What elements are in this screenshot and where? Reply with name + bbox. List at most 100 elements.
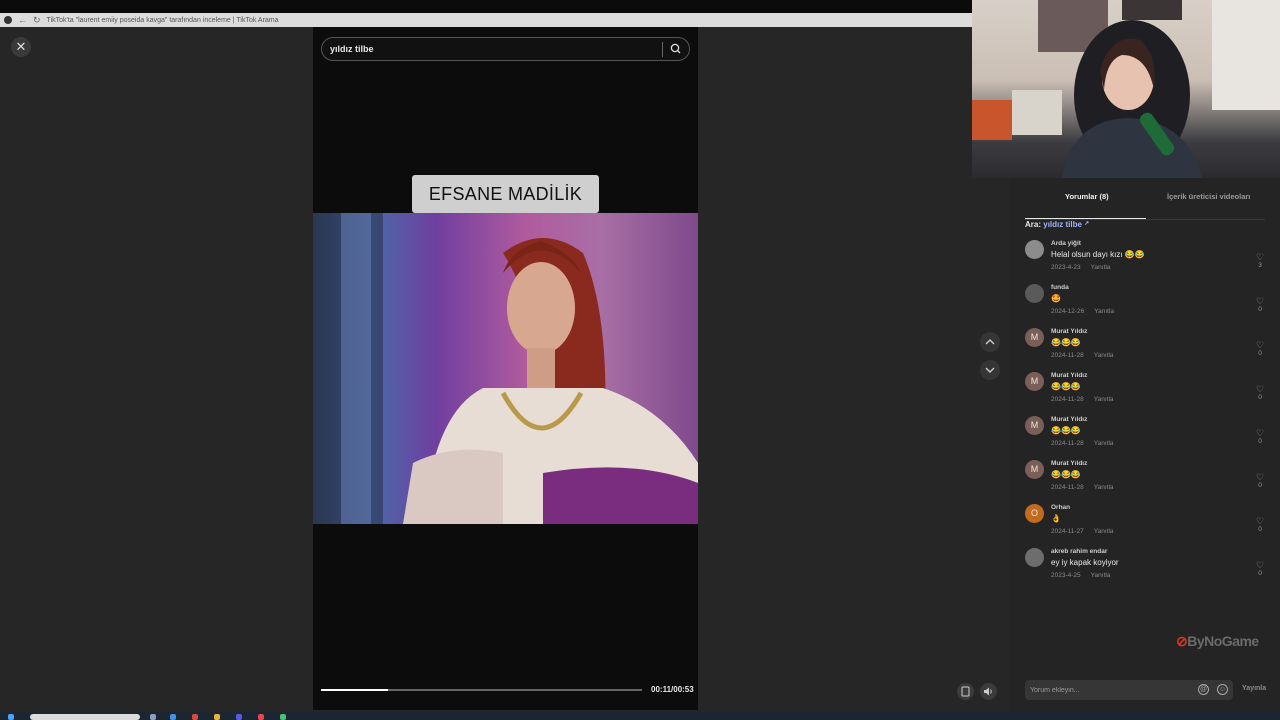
- like-control[interactable]: ♡ 0: [1255, 560, 1265, 577]
- heart-icon[interactable]: ♡: [1255, 384, 1265, 394]
- back-icon[interactable]: ←: [18, 15, 27, 25]
- like-count: 0: [1258, 438, 1262, 445]
- webcam-image: [972, 0, 1280, 178]
- reply-button[interactable]: Yanıtla: [1094, 396, 1114, 403]
- taskbar-app-icon[interactable]: [280, 714, 286, 720]
- post-button[interactable]: Yayınla: [1242, 685, 1266, 692]
- close-button[interactable]: ✕: [11, 37, 31, 57]
- related-search-label: Ara:: [1025, 220, 1042, 229]
- heart-icon[interactable]: ♡: [1255, 428, 1265, 438]
- comment-username[interactable]: Arda yiğit: [1051, 240, 1081, 247]
- taskbar-app-icon[interactable]: [170, 714, 176, 720]
- reply-button[interactable]: Yanıtla: [1094, 440, 1114, 447]
- progress-bar[interactable]: [321, 689, 642, 691]
- reply-button[interactable]: Yanıtla: [1091, 264, 1111, 271]
- comment-date: 2024-11-27: [1051, 528, 1084, 535]
- reload-icon[interactable]: ↻: [33, 15, 41, 25]
- related-search-link[interactable]: Ara: yıldız tilbe ↗: [1025, 220, 1089, 229]
- comment-username[interactable]: Murat Yıldız: [1051, 372, 1087, 379]
- like-count: 0: [1258, 526, 1262, 533]
- avatar[interactable]: [1025, 548, 1044, 567]
- comment-username[interactable]: funda: [1051, 284, 1069, 291]
- like-control[interactable]: ♡ 0: [1255, 296, 1265, 313]
- comment-username[interactable]: Orhan: [1051, 504, 1070, 511]
- chevron-down-icon: [985, 367, 995, 373]
- emoji-icon[interactable]: ☺: [1217, 684, 1228, 695]
- like-count: 0: [1258, 570, 1262, 577]
- miniplayer-icon: [961, 686, 970, 697]
- comment-meta: 2024-11-28 Yanıtla: [1051, 352, 1114, 359]
- reply-button[interactable]: Yanıtla: [1094, 528, 1114, 535]
- comment-composer[interactable]: @ ☺: [1025, 680, 1233, 700]
- avatar[interactable]: M: [1025, 372, 1044, 391]
- brand-logo-icon: ⊘: [1176, 633, 1188, 649]
- avatar[interactable]: [1025, 240, 1044, 259]
- taskbar-app-icon[interactable]: [214, 714, 220, 720]
- comment-item: funda 🤩 2024-12-26 Yanıtla ♡ 0: [1025, 284, 1265, 328]
- heart-icon[interactable]: ♡: [1255, 560, 1265, 570]
- reply-button[interactable]: Yanıtla: [1094, 352, 1114, 359]
- start-icon[interactable]: [8, 714, 14, 720]
- comment-date: 2023-4-23: [1051, 264, 1081, 271]
- heart-icon[interactable]: ♡: [1255, 340, 1265, 350]
- like-control[interactable]: ♡ 0: [1255, 340, 1265, 357]
- browser-icon: [4, 16, 12, 24]
- taskbar-app-icon[interactable]: [258, 714, 264, 720]
- comment-text: 👌: [1051, 514, 1061, 523]
- comment-item: Arda yiğit Helal olsun dayı kızı 😂😂 2023-4…: [1025, 240, 1265, 284]
- avatar[interactable]: M: [1025, 460, 1044, 479]
- related-search-query[interactable]: yıldız tilbe: [1043, 220, 1082, 229]
- reply-button[interactable]: Yanıtla: [1094, 484, 1114, 491]
- tab-creator-videos[interactable]: İçerik üreticisi videoları: [1167, 192, 1250, 201]
- search-input[interactable]: yıldız tilbe: [330, 44, 374, 54]
- mention-icon[interactable]: @: [1198, 684, 1209, 695]
- avatar[interactable]: M: [1025, 328, 1044, 347]
- video-caption: EFSANE MADİLİK: [412, 175, 599, 213]
- like-control[interactable]: ♡ 0: [1255, 428, 1265, 445]
- reply-button[interactable]: Yanıtla: [1091, 572, 1111, 579]
- like-control[interactable]: ♡ 0: [1255, 384, 1265, 401]
- comment-username[interactable]: Murat Yıldız: [1051, 416, 1087, 423]
- comment-text: 😂😂😂: [1051, 338, 1081, 347]
- video-player[interactable]: yıldız tilbe EFSANE MADİLİK 00:11/00:53: [313, 27, 698, 710]
- comment-item: M Murat Yıldız 😂😂😂 2024-11-28 Yanıtla ♡ 0: [1025, 460, 1265, 504]
- video-frame[interactable]: [313, 213, 698, 524]
- comment-username[interactable]: Murat Yıldız: [1051, 328, 1087, 335]
- comment-meta: 2024-11-27 Yanıtla: [1051, 528, 1114, 535]
- browser-address-bar: ← ↻ TikTok'ta "laurent emiiy poseida kav…: [0, 13, 972, 27]
- previous-video-button[interactable]: [980, 332, 1000, 352]
- like-control[interactable]: ♡ 3: [1255, 252, 1265, 269]
- close-icon: ✕: [15, 39, 27, 54]
- avatar[interactable]: [1025, 284, 1044, 303]
- like-count: 0: [1258, 306, 1262, 313]
- comment-username[interactable]: akreb rahim endar: [1051, 548, 1107, 555]
- comment-text: Helal olsun dayı kızı 😂😂: [1051, 250, 1145, 259]
- comment-username[interactable]: Murat Yıldız: [1051, 460, 1087, 467]
- search-divider: [662, 42, 663, 57]
- comment-date: 2024-11-28: [1051, 440, 1084, 447]
- avatar[interactable]: O: [1025, 504, 1044, 523]
- taskbar-app-icon[interactable]: [192, 714, 198, 720]
- search-icon: [670, 43, 681, 54]
- tab-comments[interactable]: Yorumlar (8): [1065, 192, 1109, 201]
- taskbar-app-icon[interactable]: [150, 714, 156, 720]
- volume-button[interactable]: [980, 683, 997, 700]
- taskbar-app-icon[interactable]: [236, 714, 242, 720]
- next-video-button[interactable]: [980, 360, 1000, 380]
- brand-watermark: ⊘ByNoGame: [1176, 633, 1259, 650]
- miniplayer-button[interactable]: [957, 683, 974, 700]
- heart-icon[interactable]: ♡: [1255, 252, 1265, 262]
- reply-button[interactable]: Yanıtla: [1094, 308, 1114, 315]
- comment-text: ey iy kapak koyiyor: [1051, 558, 1119, 567]
- search-bar[interactable]: yıldız tilbe: [321, 37, 690, 61]
- like-control[interactable]: ♡ 0: [1255, 472, 1265, 489]
- heart-icon[interactable]: ♡: [1255, 472, 1265, 482]
- heart-icon[interactable]: ♡: [1255, 296, 1265, 306]
- comment-meta: 2023-4-23 Yanıtla: [1051, 264, 1110, 271]
- like-control[interactable]: ♡ 0: [1255, 516, 1265, 533]
- avatar[interactable]: M: [1025, 416, 1044, 435]
- comment-input[interactable]: [1030, 683, 1180, 697]
- search-button[interactable]: [667, 40, 685, 58]
- heart-icon[interactable]: ♡: [1255, 516, 1265, 526]
- taskbar-search[interactable]: [30, 714, 140, 720]
